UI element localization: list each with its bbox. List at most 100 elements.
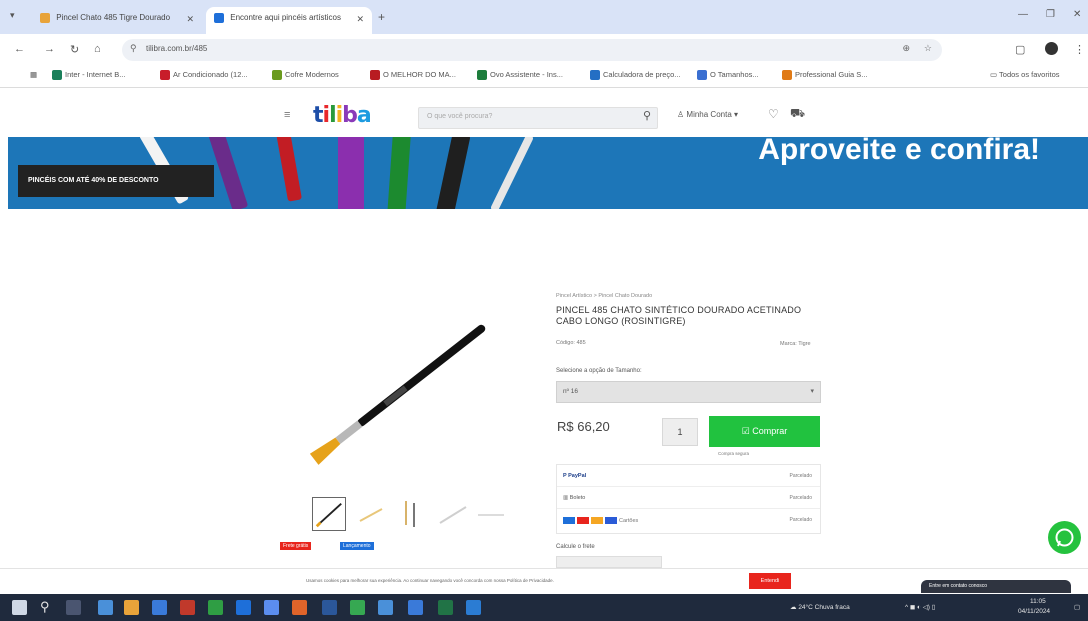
bookmark-label: O MELHOR DO MA... xyxy=(383,70,456,79)
bookmark-6[interactable]: Calculadora de preço... xyxy=(590,70,681,81)
banner-brush xyxy=(387,137,411,209)
app-icon[interactable] xyxy=(98,600,113,615)
buy-button[interactable]: ☑ Comprar xyxy=(709,416,820,447)
thumbnail-2[interactable] xyxy=(354,497,388,531)
bookmark-label: Professional Guia S... xyxy=(795,70,868,79)
tab-search-icon[interactable]: ▾ xyxy=(10,10,15,21)
app-icon[interactable] xyxy=(124,600,139,615)
app-icon[interactable] xyxy=(438,600,453,615)
heart-icon[interactable]: ♡ xyxy=(768,107,779,121)
url-input[interactable]: ⚲ tilibra.com.br/485 ⊕ ☆ xyxy=(122,39,942,61)
minimize-icon[interactable]: — xyxy=(1018,9,1028,20)
promo-banner[interactable]: PINCÉIS COM ATÉ 40% DE DESCONTO Aproveit… xyxy=(8,137,1088,209)
bookmark-4[interactable]: O MELHOR DO MA... xyxy=(370,70,456,81)
tab-label: Pincel Chato 485 Tigre Dourado xyxy=(56,13,171,23)
clock-date[interactable]: 04/11/2024 xyxy=(1018,608,1050,615)
back-icon[interactable]: ← xyxy=(14,43,25,55)
app-icon[interactable] xyxy=(350,600,365,615)
zoom-icon[interactable]: ⊕ xyxy=(902,43,910,54)
logo-letter: a xyxy=(356,103,372,128)
hamburger-icon[interactable]: ≡ xyxy=(284,109,290,121)
thumbnail-5[interactable] xyxy=(474,497,508,531)
menu-icon[interactable]: ⋮ xyxy=(1074,43,1085,56)
bookmark-icon xyxy=(272,70,282,81)
app-icon[interactable] xyxy=(408,600,423,615)
bookmark-label: Inter - Internet B... xyxy=(65,70,126,79)
tab-1[interactable]: Pincel Chato 485 Tigre Dourado ✕ xyxy=(32,7,202,34)
thumbnail-3[interactable] xyxy=(396,497,430,531)
bookmark-1[interactable]: Inter - Internet B... xyxy=(52,70,126,81)
bookmark-3[interactable]: Cofre Modernos xyxy=(272,70,339,81)
shipping-label: Calcule o frete xyxy=(556,544,595,550)
user-icon: ♙ xyxy=(677,110,687,119)
site-info-icon[interactable]: ⚲ xyxy=(130,43,137,54)
cookie-accept-button[interactable]: Entendi xyxy=(749,573,791,589)
app-icon[interactable] xyxy=(264,600,279,615)
bookmark-icon xyxy=(160,70,170,81)
extensions-icon[interactable]: ▢ xyxy=(1015,43,1025,56)
search-icon[interactable]: ⚲ xyxy=(643,109,651,122)
bookmark-label: Cofre Modernos xyxy=(285,70,339,79)
home-icon[interactable]: ⌂ xyxy=(94,43,101,55)
logo-letter: t xyxy=(313,103,323,128)
app-icon[interactable] xyxy=(378,600,393,615)
payment-row[interactable]: P PayPal Parcelado xyxy=(557,467,820,487)
shipping-input[interactable] xyxy=(556,556,662,568)
app-icon[interactable] xyxy=(322,600,337,615)
breadcrumb[interactable]: Pincel Artístico > Pincel Chato Dourado xyxy=(556,293,652,299)
site-logo[interactable]: tiliba xyxy=(313,103,372,128)
tab-2[interactable]: Encontre aqui pincéis artísticos ✕ xyxy=(206,7,372,34)
app-icon[interactable] xyxy=(180,600,195,615)
task-view-icon[interactable] xyxy=(66,600,81,615)
maximize-icon[interactable]: ❐ xyxy=(1046,9,1055,20)
thumbnail-4[interactable] xyxy=(436,497,470,531)
url-text: tilibra.com.br/485 xyxy=(146,44,208,53)
bookmark-8[interactable]: Professional Guia S... xyxy=(782,70,868,81)
close-icon[interactable]: ✕ xyxy=(186,14,194,25)
quantity-input[interactable]: 1 xyxy=(662,418,698,446)
payment-name: PayPal xyxy=(568,473,587,479)
banner-brush xyxy=(276,137,302,202)
close-window-icon[interactable]: ✕ xyxy=(1073,9,1081,20)
all-bookmarks[interactable]: ▭ Todos os favoritos xyxy=(990,70,1060,79)
profile-avatar[interactable] xyxy=(1045,42,1058,55)
product-image[interactable] xyxy=(280,292,540,482)
app-icon[interactable] xyxy=(292,600,307,615)
new-tab-button[interactable]: + xyxy=(378,10,385,24)
account-menu[interactable]: ♙ Minha Conta ▾ xyxy=(677,110,738,119)
chat-widget[interactable]: Entre em contato conosco xyxy=(921,580,1071,593)
forward-icon[interactable]: → xyxy=(44,43,55,55)
bookmark-2[interactable]: Ar Condicionado (12... xyxy=(160,70,248,81)
close-icon[interactable]: ✕ xyxy=(356,14,364,25)
reload-icon[interactable]: ↻ xyxy=(70,43,79,56)
thumbnail-1[interactable] xyxy=(312,497,346,531)
app-icon[interactable] xyxy=(152,600,167,615)
start-icon[interactable] xyxy=(12,600,27,615)
tag-badge: Frete grátis xyxy=(280,542,312,550)
clock-time[interactable]: 11:05 xyxy=(1030,598,1046,605)
weather-widget[interactable]: ☁ 24°C Chuva fraca xyxy=(790,603,850,611)
bookmark-5[interactable]: Ovo Assistente - Ins... xyxy=(477,70,563,81)
app-icon[interactable] xyxy=(236,600,251,615)
apps-icon[interactable]: ▦ xyxy=(30,70,37,79)
app-icon[interactable] xyxy=(208,600,223,615)
logo-letter: b xyxy=(342,103,358,128)
star-icon[interactable]: ☆ xyxy=(924,43,932,54)
bookmark-7[interactable]: O Tamanhos... xyxy=(697,70,759,81)
payment-row[interactable]: Cartões Parcelado xyxy=(557,511,820,531)
banner-badge: PINCÉIS COM ATÉ 40% DE DESCONTO xyxy=(18,165,214,197)
cart-icon[interactable]: ⛟ xyxy=(790,106,805,122)
account-label: Minha Conta xyxy=(686,110,732,119)
taskbar: ⚲ ☁ 24°C Chuva fraca ^ ◼ ◐ ◁) ▯ 11:05 04… xyxy=(0,594,1088,621)
bookmark-icon xyxy=(477,70,487,81)
payment-name: Cartões xyxy=(619,517,639,524)
search-input[interactable]: O que você procura? xyxy=(418,107,658,129)
banner-brush xyxy=(338,137,364,209)
search-icon[interactable]: ⚲ xyxy=(40,599,50,615)
size-select[interactable]: nº 16 ▾ xyxy=(556,381,821,403)
app-icon[interactable] xyxy=(466,600,481,615)
whatsapp-button[interactable] xyxy=(1048,521,1081,554)
system-tray-icons[interactable]: ^ ◼ ◐ ◁) ▯ xyxy=(905,603,935,611)
payment-row[interactable]: ▥ Boleto Parcelado xyxy=(557,489,820,509)
notification-icon[interactable]: ▢ xyxy=(1074,603,1080,611)
